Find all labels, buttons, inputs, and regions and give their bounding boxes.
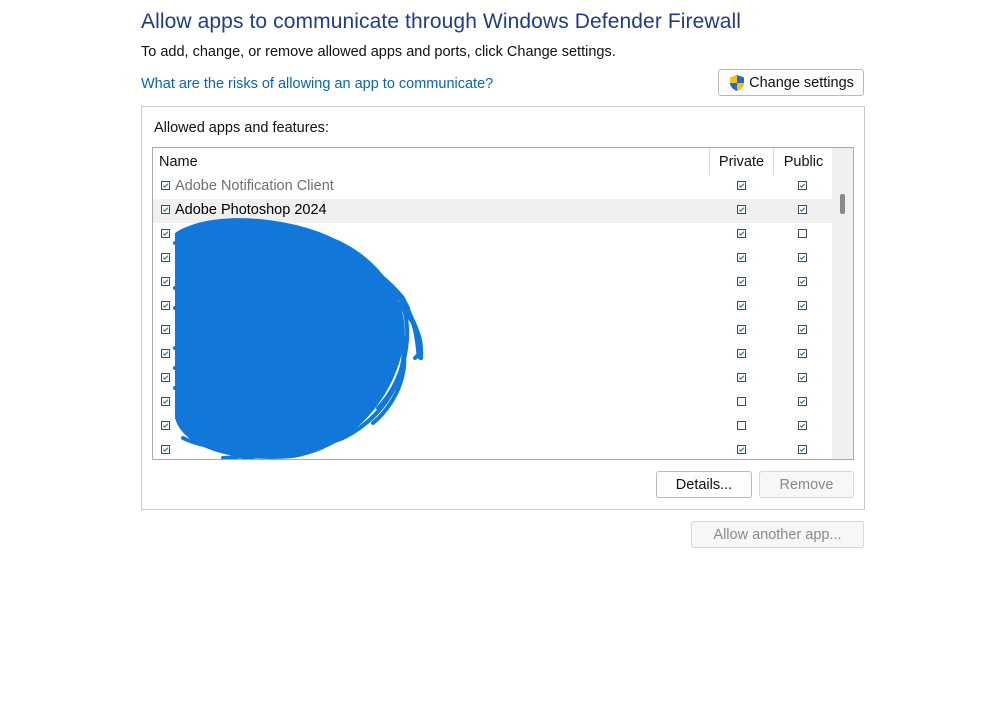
allowed-apps-list[interactable]: Name Private Public Adobe Notification C… [152, 147, 854, 460]
app-enabled-checkbox[interactable] [161, 301, 170, 310]
private-checkbox[interactable] [737, 349, 746, 358]
app-enabled-checkbox[interactable] [161, 181, 170, 190]
details-button[interactable]: Details... [656, 471, 752, 498]
app-enabled-checkbox[interactable] [161, 229, 170, 238]
public-checkbox[interactable] [798, 373, 807, 382]
allow-another-app-button[interactable]: Allow another app... [691, 521, 864, 548]
column-header-public[interactable]: Public [774, 148, 833, 175]
app-row[interactable] [153, 247, 833, 271]
allowed-apps-label: Allowed apps and features: [154, 120, 329, 136]
remove-button[interactable]: Remove [759, 471, 854, 498]
public-checkbox[interactable] [798, 277, 807, 286]
app-row[interactable] [153, 415, 833, 439]
app-enabled-checkbox[interactable] [161, 445, 170, 454]
app-row[interactable]: Adobe Notification Client [153, 175, 833, 199]
public-checkbox[interactable] [798, 421, 807, 430]
app-row[interactable] [153, 271, 833, 295]
private-checkbox[interactable] [737, 421, 746, 430]
private-checkbox[interactable] [737, 373, 746, 382]
app-row[interactable] [153, 367, 833, 391]
allowed-apps-group: Allowed apps and features: Name Private … [141, 106, 865, 510]
app-enabled-checkbox[interactable] [161, 373, 170, 382]
public-checkbox[interactable] [798, 445, 807, 454]
app-row[interactable]: Adobe Photoshop 2024 [153, 199, 833, 223]
app-rows: Adobe Notification Client Adobe Photoshop… [153, 175, 833, 459]
app-name: Adobe Notification Client [175, 178, 334, 194]
app-enabled-checkbox[interactable] [161, 253, 170, 262]
private-checkbox[interactable] [737, 181, 746, 190]
public-checkbox[interactable] [798, 349, 807, 358]
private-checkbox[interactable] [737, 397, 746, 406]
public-checkbox[interactable] [798, 397, 807, 406]
app-enabled-checkbox[interactable] [161, 277, 170, 286]
private-checkbox[interactable] [737, 301, 746, 310]
change-settings-button[interactable]: Change settings [718, 69, 864, 96]
change-settings-label: Change settings [749, 74, 854, 91]
app-row[interactable] [153, 223, 833, 247]
app-row[interactable] [153, 343, 833, 367]
list-scrollbar[interactable] [832, 148, 853, 459]
private-checkbox[interactable] [737, 445, 746, 454]
page-title: Allow apps to communicate through Window… [141, 10, 742, 33]
private-checkbox[interactable] [737, 253, 746, 262]
column-header-name[interactable]: Name [153, 148, 710, 175]
app-row[interactable] [153, 319, 833, 343]
private-checkbox[interactable] [737, 205, 746, 214]
uac-shield-icon [728, 74, 746, 92]
public-checkbox[interactable] [798, 301, 807, 310]
public-checkbox[interactable] [798, 253, 807, 262]
app-enabled-checkbox[interactable] [161, 397, 170, 406]
app-row[interactable] [153, 439, 833, 459]
app-enabled-checkbox[interactable] [161, 349, 170, 358]
app-row[interactable] [153, 391, 833, 415]
app-enabled-checkbox[interactable] [161, 205, 170, 214]
risks-link[interactable]: What are the risks of allowing an app to… [141, 76, 493, 92]
private-checkbox[interactable] [737, 277, 746, 286]
public-checkbox[interactable] [798, 181, 807, 190]
app-row[interactable] [153, 295, 833, 319]
public-checkbox[interactable] [798, 325, 807, 334]
page-subtitle: To add, change, or remove allowed apps a… [141, 44, 616, 60]
private-checkbox[interactable] [737, 325, 746, 334]
app-name: Adobe Photoshop 2024 [175, 202, 327, 218]
public-checkbox[interactable] [798, 205, 807, 214]
column-header-private[interactable]: Private [710, 148, 774, 175]
list-header: Name Private Public [153, 148, 833, 175]
app-enabled-checkbox[interactable] [161, 325, 170, 334]
private-checkbox[interactable] [737, 229, 746, 238]
scrollbar-thumb[interactable] [840, 194, 845, 214]
app-enabled-checkbox[interactable] [161, 421, 170, 430]
public-checkbox[interactable] [798, 229, 807, 238]
